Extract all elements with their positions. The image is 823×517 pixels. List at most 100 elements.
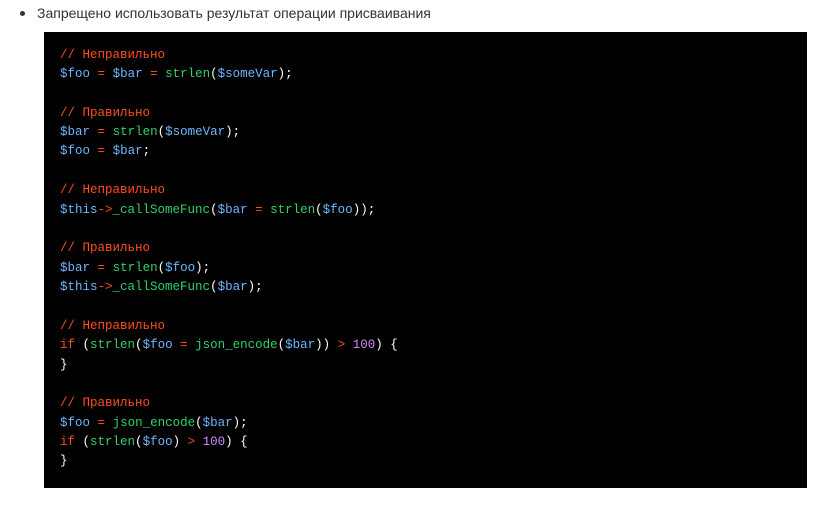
code-token: $foo [60,67,90,81]
code-line [60,84,791,103]
code-token [143,67,151,81]
code-line: } [60,452,791,471]
code-token: // Правильно [60,241,150,255]
code-token: ) [173,435,188,449]
code-token: ( [195,416,203,430]
code-token: $bar [113,67,143,81]
code-token: 100 [353,338,376,352]
code-line: if (strlen($foo) > 100) { [60,433,791,452]
code-token [248,203,256,217]
code-token: $foo [60,416,90,430]
code-token: = [98,67,106,81]
code-token: // Неправильно [60,319,165,333]
code-token: = [98,144,106,158]
code-token [105,261,113,275]
code-line: // Неправильно [60,181,791,200]
code-token: ( [135,435,143,449]
code-token: } [60,454,68,468]
code-token: -> [98,280,113,294]
code-token: $bar [218,280,248,294]
code-token: $this [60,280,98,294]
code-token: $bar [285,338,315,352]
code-line: } [60,356,791,375]
code-line: if (strlen($foo = json_encode($bar)) > 1… [60,336,791,355]
code-token: strlen [90,435,135,449]
code-token: $someVar [218,67,278,81]
code-token: ); [248,280,263,294]
code-token: $foo [143,338,173,352]
code-line: $bar = strlen($someVar); [60,123,791,142]
code-token: $bar [203,416,233,430]
code-token: // Неправильно [60,183,165,197]
code-token: strlen [113,261,158,275]
code-token: strlen [90,338,135,352]
code-token: ); [225,125,240,139]
code-token: ( [210,280,218,294]
code-token [263,203,271,217]
code-token: _callSomeFunc [113,280,211,294]
code-token [173,338,181,352]
code-token: ( [135,338,143,352]
code-token: ( [315,203,323,217]
code-token [90,261,98,275]
code-line: $this->_callSomeFunc($bar = strlen($foo)… [60,201,791,220]
code-token: $foo [143,435,173,449]
code-token [105,125,113,139]
code-token: // Неправильно [60,48,165,62]
code-token: strlen [270,203,315,217]
code-token: 100 [203,435,226,449]
code-token: = [180,338,188,352]
code-token: ( [75,435,90,449]
code-line [60,375,791,394]
code-token: $foo [165,261,195,275]
code-token: strlen [113,125,158,139]
code-token: } [60,358,68,372]
code-token [90,144,98,158]
code-token: ( [210,203,218,217]
code-token: = [98,416,106,430]
code-block-container: // Неправильно$foo = $bar = strlen($some… [44,32,823,488]
code-token: ) { [375,338,398,352]
code-token [90,416,98,430]
code-line: // Правильно [60,239,791,258]
code-token: json_encode [113,416,196,430]
code-token [90,125,98,139]
code-line [60,297,791,316]
code-token [158,67,166,81]
code-token: // Правильно [60,396,150,410]
code-token: // Правильно [60,106,150,120]
code-token: $someVar [165,125,225,139]
code-token: -> [98,203,113,217]
code-token: if [60,435,75,449]
code-line: // Неправильно [60,46,791,65]
code-token: json_encode [195,338,278,352]
code-token: if [60,338,75,352]
code-token: $bar [60,125,90,139]
code-token: _callSomeFunc [113,203,211,217]
code-token: ); [233,416,248,430]
code-token: )) [315,338,338,352]
bullet-item: Запрещено использовать результат операци… [0,0,823,32]
code-line [60,220,791,239]
code-token: = [255,203,263,217]
bullet-dot-icon [20,11,25,16]
code-token: ( [158,261,166,275]
code-line: $bar = strlen($foo); [60,259,791,278]
code-token: ( [75,338,90,352]
code-token: ( [210,67,218,81]
code-token [90,67,98,81]
code-line: $this->_callSomeFunc($bar); [60,278,791,297]
code-token: strlen [165,67,210,81]
code-token: = [98,261,106,275]
code-token: $foo [323,203,353,217]
code-token: ); [195,261,210,275]
bullet-text: Запрещено использовать результат операци… [37,4,431,24]
code-token: $bar [60,261,90,275]
code-token [345,338,353,352]
code-token: $this [60,203,98,217]
code-line: // Правильно [60,394,791,413]
code-token: $bar [218,203,248,217]
code-token: ) { [225,435,248,449]
code-token [105,67,113,81]
code-token: ; [143,144,151,158]
